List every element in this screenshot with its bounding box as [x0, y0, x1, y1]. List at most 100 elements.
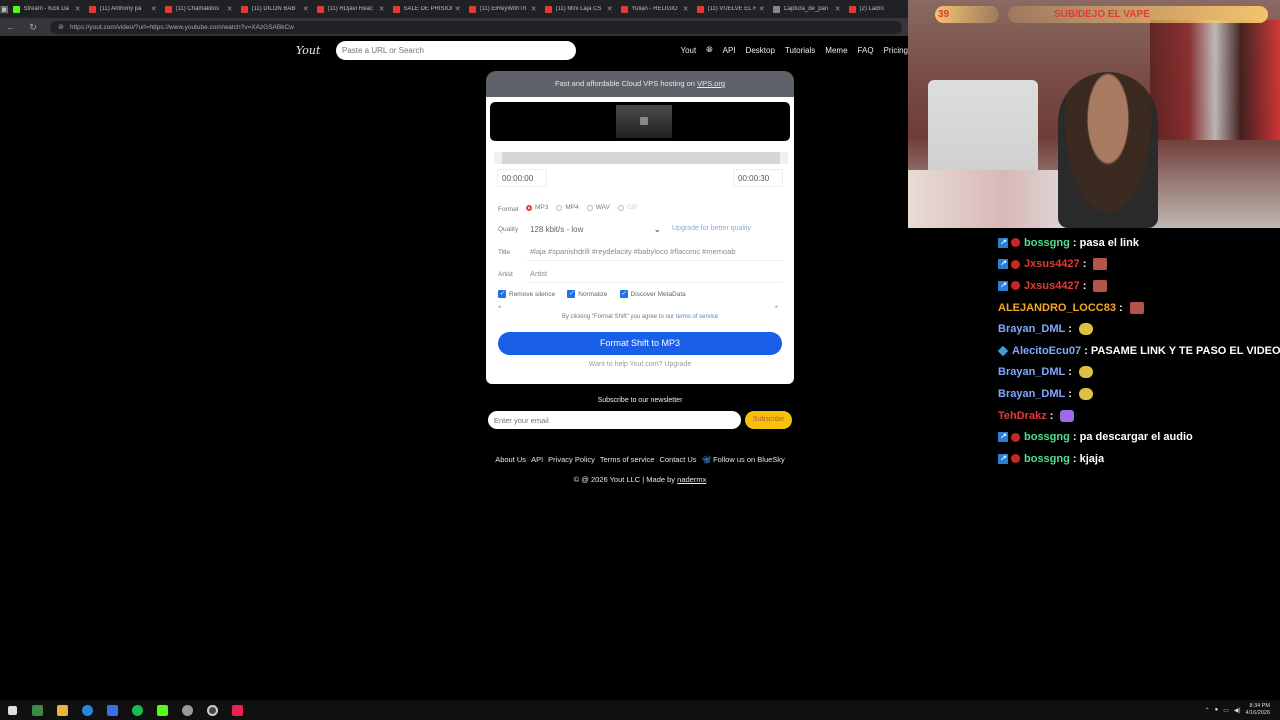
upgrade-help-link[interactable]: Want to help Yout.com? Upgrade [486, 361, 794, 368]
back-icon[interactable]: ← [0, 22, 22, 32]
menu-desktop[interactable]: Desktop [746, 46, 775, 55]
normalize-checkbox[interactable]: ✓ Normalize [567, 290, 608, 298]
browser-tab[interactable]: (11) RDjavi Reac ✕ [313, 0, 389, 18]
close-tab-icon[interactable]: ✕ [531, 5, 537, 13]
vps-link[interactable]: VPS.org [697, 79, 725, 88]
artist-field[interactable]: Artist [526, 265, 782, 283]
author-link[interactable]: nadermx [677, 475, 706, 484]
chat-username[interactable]: Jxsus4427 [1024, 280, 1080, 292]
app-icon[interactable] [100, 700, 125, 720]
footer-terms[interactable]: Terms of service [600, 455, 655, 464]
chrome-icon[interactable] [75, 700, 100, 720]
reload-icon[interactable]: ↻ [22, 22, 44, 33]
browser-tab[interactable]: (11) VUELVE EL R ✕ [693, 0, 769, 18]
address-bar[interactable]: ⊜ https://yout.com/video/?url=https://ww… [50, 20, 902, 34]
browser-tab[interactable]: SALE DE PRISION ✕ [389, 0, 465, 18]
close-tab-icon[interactable]: ✕ [303, 5, 309, 13]
footer-privacy[interactable]: Privacy Policy [548, 455, 595, 464]
obs-icon[interactable] [200, 700, 225, 720]
video-thumbnail[interactable] [616, 105, 672, 138]
format-mp4[interactable]: MP4 [556, 204, 579, 211]
close-tab-icon[interactable]: ✕ [607, 5, 613, 13]
terminal-icon[interactable] [25, 700, 50, 720]
chat-username[interactable]: Brayan_DML [998, 388, 1065, 400]
close-tab-icon[interactable]: ✕ [683, 5, 689, 13]
site-info-icon[interactable]: ⊜ [58, 23, 64, 31]
footer-contact[interactable]: Contact Us [659, 455, 696, 464]
browser-tab[interactable]: (11) Chamakitos ✕ [161, 0, 237, 18]
upgrade-quality-link[interactable]: Upgrade for better quality [672, 225, 751, 232]
menu-meme[interactable]: Meme [825, 46, 847, 55]
browser-tab[interactable]: Yulian - RELIGIO ✕ [617, 0, 693, 18]
format-wav[interactable]: WAV [586, 204, 610, 211]
microphone-icon[interactable]: ● [1215, 707, 1219, 713]
footer-bluesky[interactable]: 🦋︎ Follow us on BlueSky [702, 455, 785, 464]
globe-icon[interactable]: 🌐︎ [706, 45, 712, 55]
kick-icon[interactable] [150, 700, 175, 720]
clock[interactable]: 8:34 PM 4/16/2026 [1246, 703, 1270, 717]
chat-username[interactable]: TehDrakz [998, 410, 1047, 422]
chat-username[interactable]: bossgng [1024, 453, 1070, 465]
chat-username[interactable]: Jxsus4427 [1024, 258, 1080, 270]
close-tab-icon[interactable]: ✕ [455, 5, 461, 13]
chat-username[interactable]: bossgng [1024, 431, 1070, 443]
chat-username[interactable]: Brayan_DML [998, 366, 1065, 378]
format-shift-button[interactable]: Format Shift to MP3 [498, 332, 782, 355]
menu-api[interactable]: API [723, 46, 736, 55]
start-icon[interactable] [0, 700, 25, 720]
trim-slider[interactable] [494, 152, 788, 164]
browser-tab[interactable]: (11) ElReyWithTh ✕ [465, 0, 541, 18]
chat-username[interactable]: bossgng [1024, 237, 1070, 249]
close-tab-icon[interactable]: ✕ [759, 5, 765, 13]
browser-tab[interactable]: Stream - Kick Da ✕ [9, 0, 85, 18]
close-tab-icon[interactable]: ✕ [75, 5, 81, 13]
email-input[interactable] [488, 411, 741, 429]
chevron-up-icon[interactable]: ⌃ [1205, 707, 1210, 714]
menu-faq[interactable]: FAQ [858, 46, 874, 55]
end-time-input[interactable]: 00:00:30 [733, 169, 783, 187]
menu-pricing[interactable]: Pricing [884, 46, 908, 55]
agreement-label: By clicking "Format Shift" you agree to … [561, 314, 675, 320]
start-time-input[interactable]: 00:00:00 [497, 169, 547, 187]
format-mp3[interactable]: MP3 [526, 204, 548, 211]
close-tab-icon[interactable]: ✕ [227, 5, 233, 13]
chat-username[interactable]: AlecitoEcu07 [1012, 345, 1081, 357]
close-tab-icon[interactable]: ✕ [379, 5, 385, 13]
yout-logo[interactable]: Yout [296, 44, 326, 57]
footer-about[interactable]: About Us [495, 455, 526, 464]
format-gif[interactable]: GIF [617, 204, 638, 211]
trim-end-handle[interactable] [780, 152, 788, 164]
spotify-icon[interactable] [125, 700, 150, 720]
quality-select[interactable]: 128 kbit/s - low ⌄ [526, 221, 661, 237]
scroll-right-icon[interactable]: ▸ [775, 304, 778, 312]
discover-metadata-checkbox[interactable]: ✓ Discover MetaData [619, 290, 686, 298]
menu-tutorials[interactable]: Tutorials [785, 46, 815, 55]
browser-tab[interactable]: Captura_de_pan ✕ [769, 0, 845, 18]
tiktok-icon[interactable] [225, 700, 250, 720]
volume-icon[interactable]: ◀) [1234, 707, 1241, 714]
terms-link[interactable]: terms of service [676, 314, 718, 320]
network-icon[interactable]: ▭ [1223, 707, 1229, 714]
settings-icon[interactable] [175, 700, 200, 720]
menu-yout[interactable]: Yout [681, 46, 697, 55]
footer-api[interactable]: API [531, 455, 543, 464]
trim-start-handle[interactable] [494, 152, 502, 164]
search-input[interactable] [342, 45, 542, 55]
browser-tab[interactable]: (11) DILON BAB ✕ [237, 0, 313, 18]
subscribe-button[interactable]: Subscribe [745, 411, 792, 429]
chat-username[interactable]: ALEJANDRO_LOCC83 [998, 302, 1116, 314]
browser-tab[interactable]: (11) Mini Laja CS ✕ [541, 0, 617, 18]
horizontal-scrollbar[interactable]: ◂ ▸ [498, 304, 778, 312]
title-field[interactable]: #laja #spanishdrill #reydelacity #babylo… [526, 243, 782, 261]
search-bar[interactable] [336, 40, 576, 60]
window-menu-icon[interactable]: ▣ [0, 0, 9, 18]
browser-tab[interactable]: (11) Anthony pa ✕ [85, 0, 161, 18]
remove-silence-checkbox[interactable]: ✓ Remove silence [498, 290, 555, 298]
close-tab-icon[interactable]: ✕ [835, 5, 841, 13]
scroll-left-icon[interactable]: ◂ [498, 304, 501, 312]
chevron-down-icon: ⌄ [653, 223, 661, 234]
chat-username[interactable]: Brayan_DML [998, 323, 1065, 335]
close-tab-icon[interactable]: ✕ [151, 5, 157, 13]
folder-icon[interactable] [50, 700, 75, 720]
browser-tab[interactable]: (2) Ladro✕ [845, 0, 908, 18]
